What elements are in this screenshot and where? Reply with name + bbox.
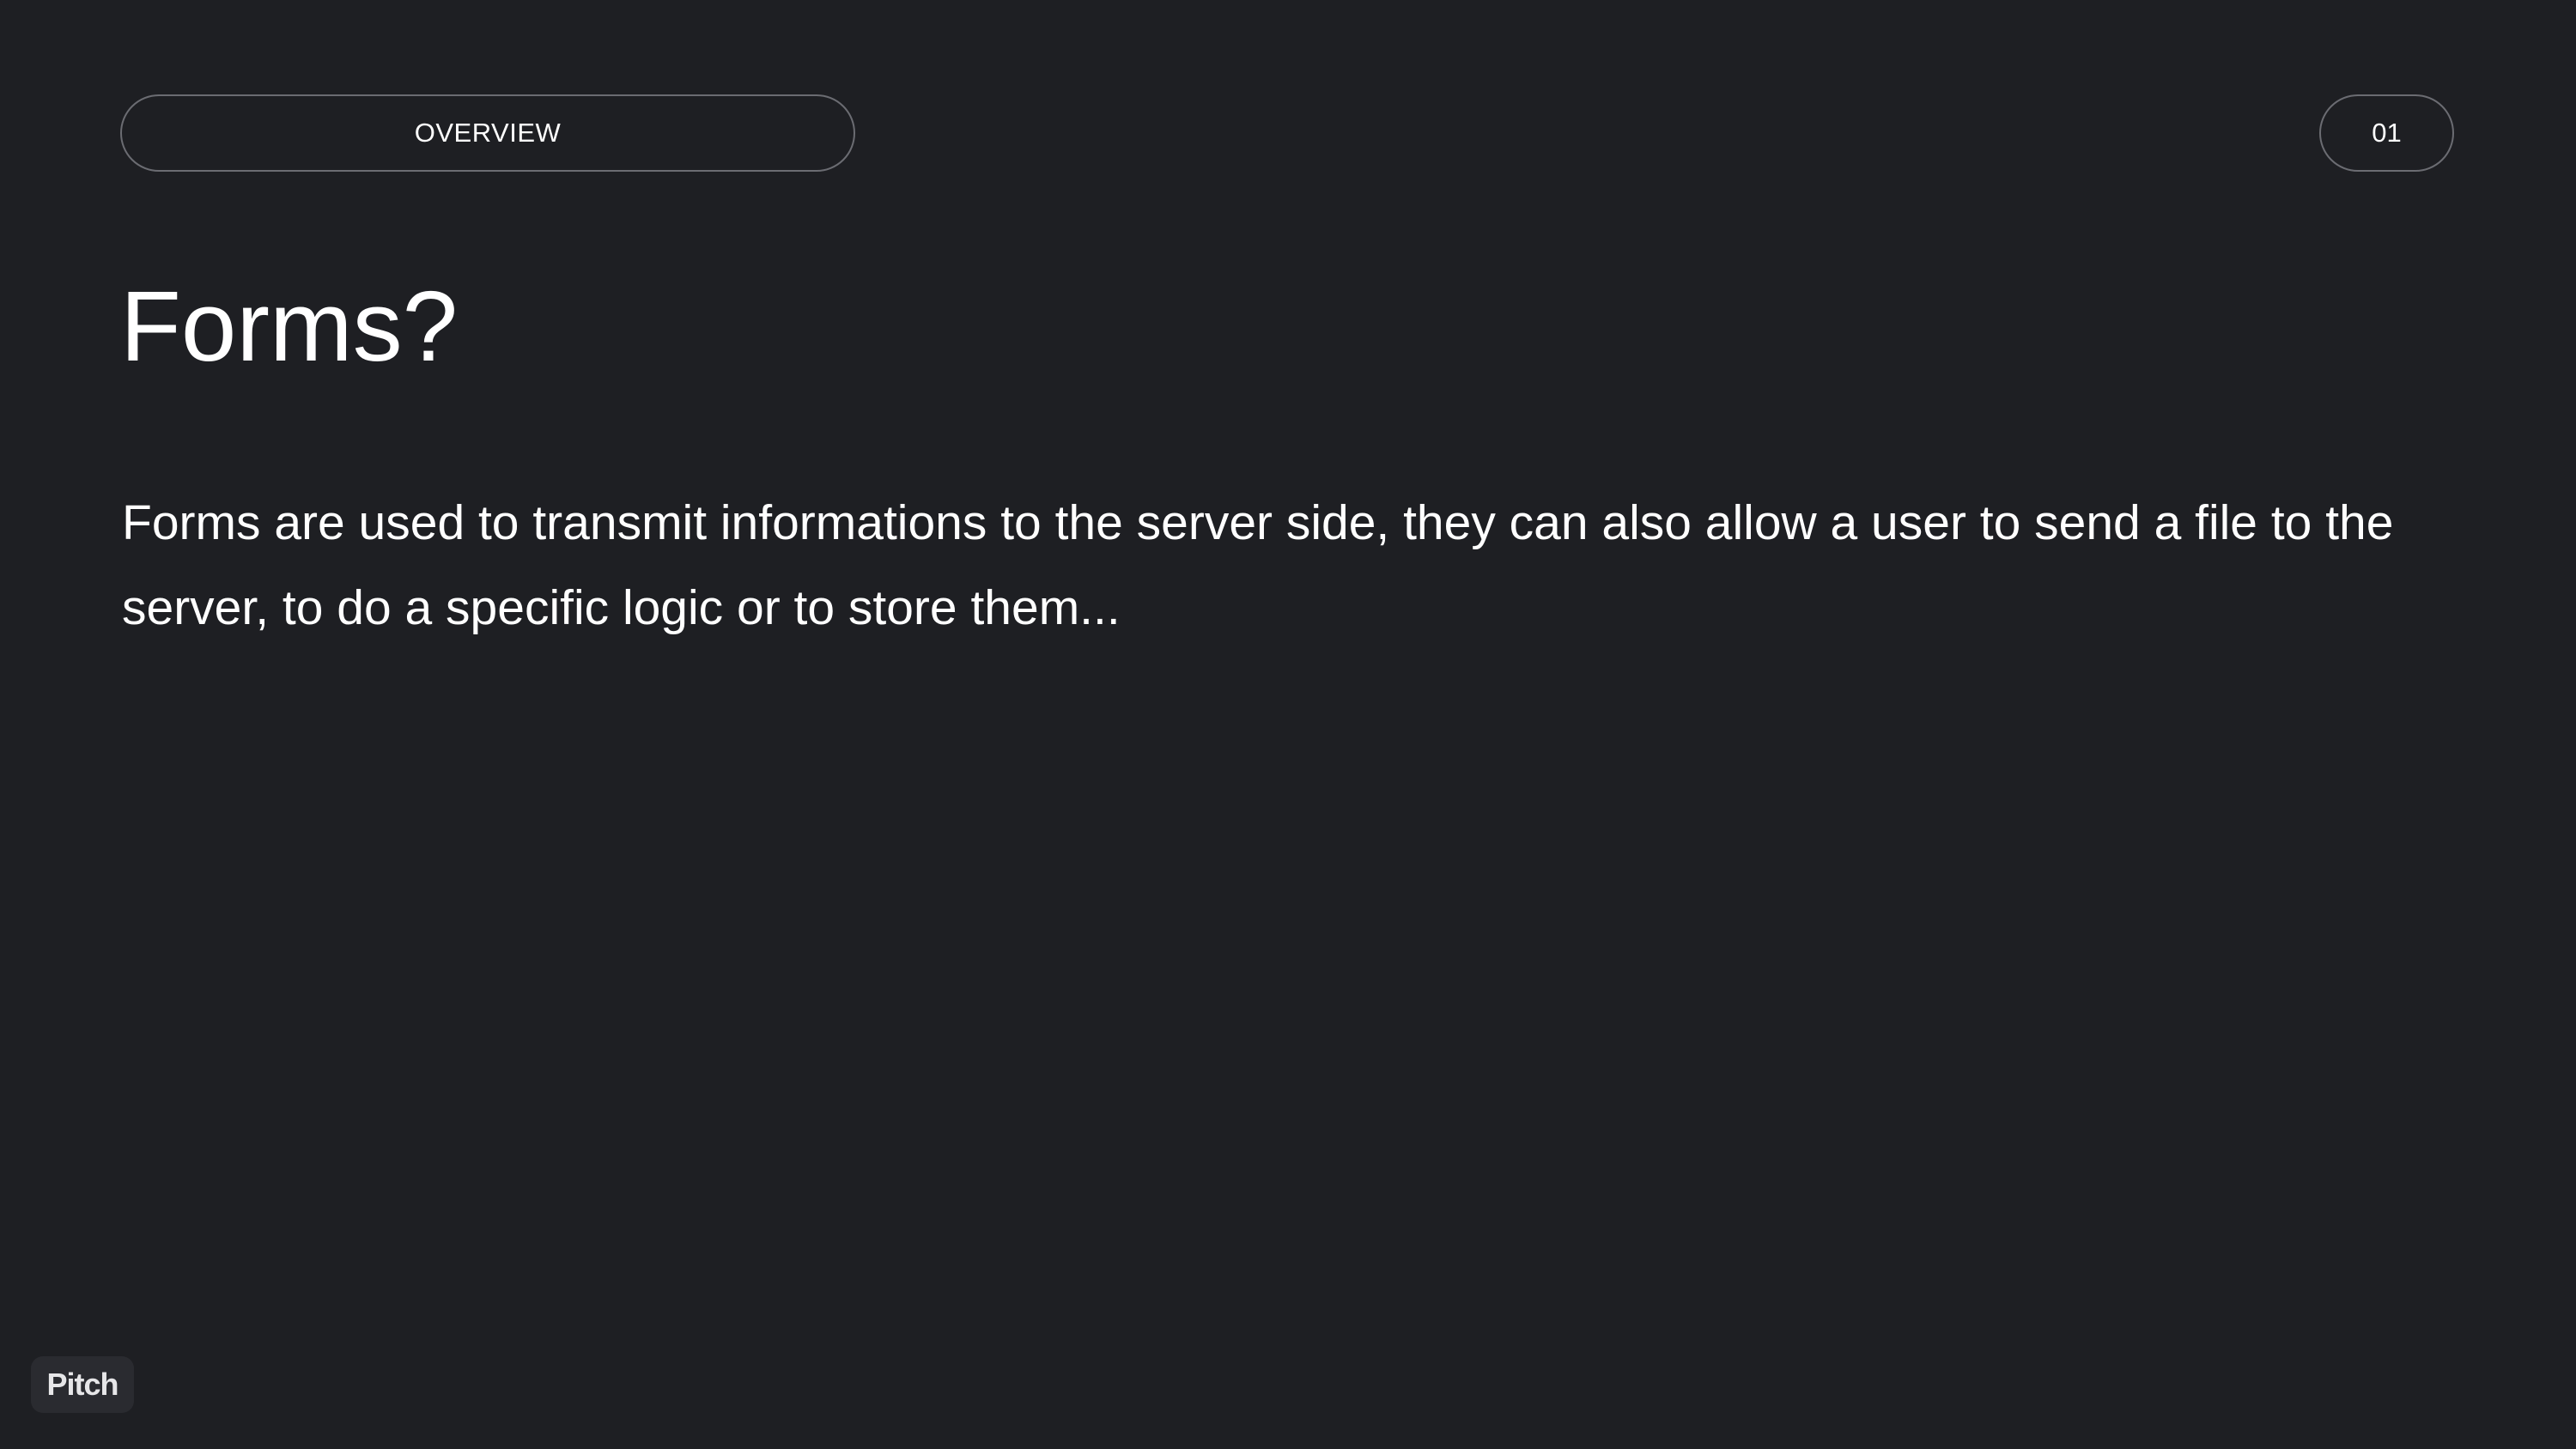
- page-number-pill: 01: [2319, 94, 2454, 172]
- slide-body-text: Forms are used to transmit informations …: [122, 495, 2394, 635]
- slide: OVERVIEW 01 Forms? Forms are used to tra…: [0, 0, 2576, 1449]
- pitch-logo-badge[interactable]: Pitch: [31, 1356, 134, 1413]
- page-number: 01: [2372, 118, 2402, 148]
- pitch-logo-text: Pitch: [46, 1367, 118, 1402]
- slide-title: Forms?: [120, 270, 459, 382]
- section-label: OVERVIEW: [414, 118, 562, 148]
- section-label-pill: OVERVIEW: [120, 94, 855, 172]
